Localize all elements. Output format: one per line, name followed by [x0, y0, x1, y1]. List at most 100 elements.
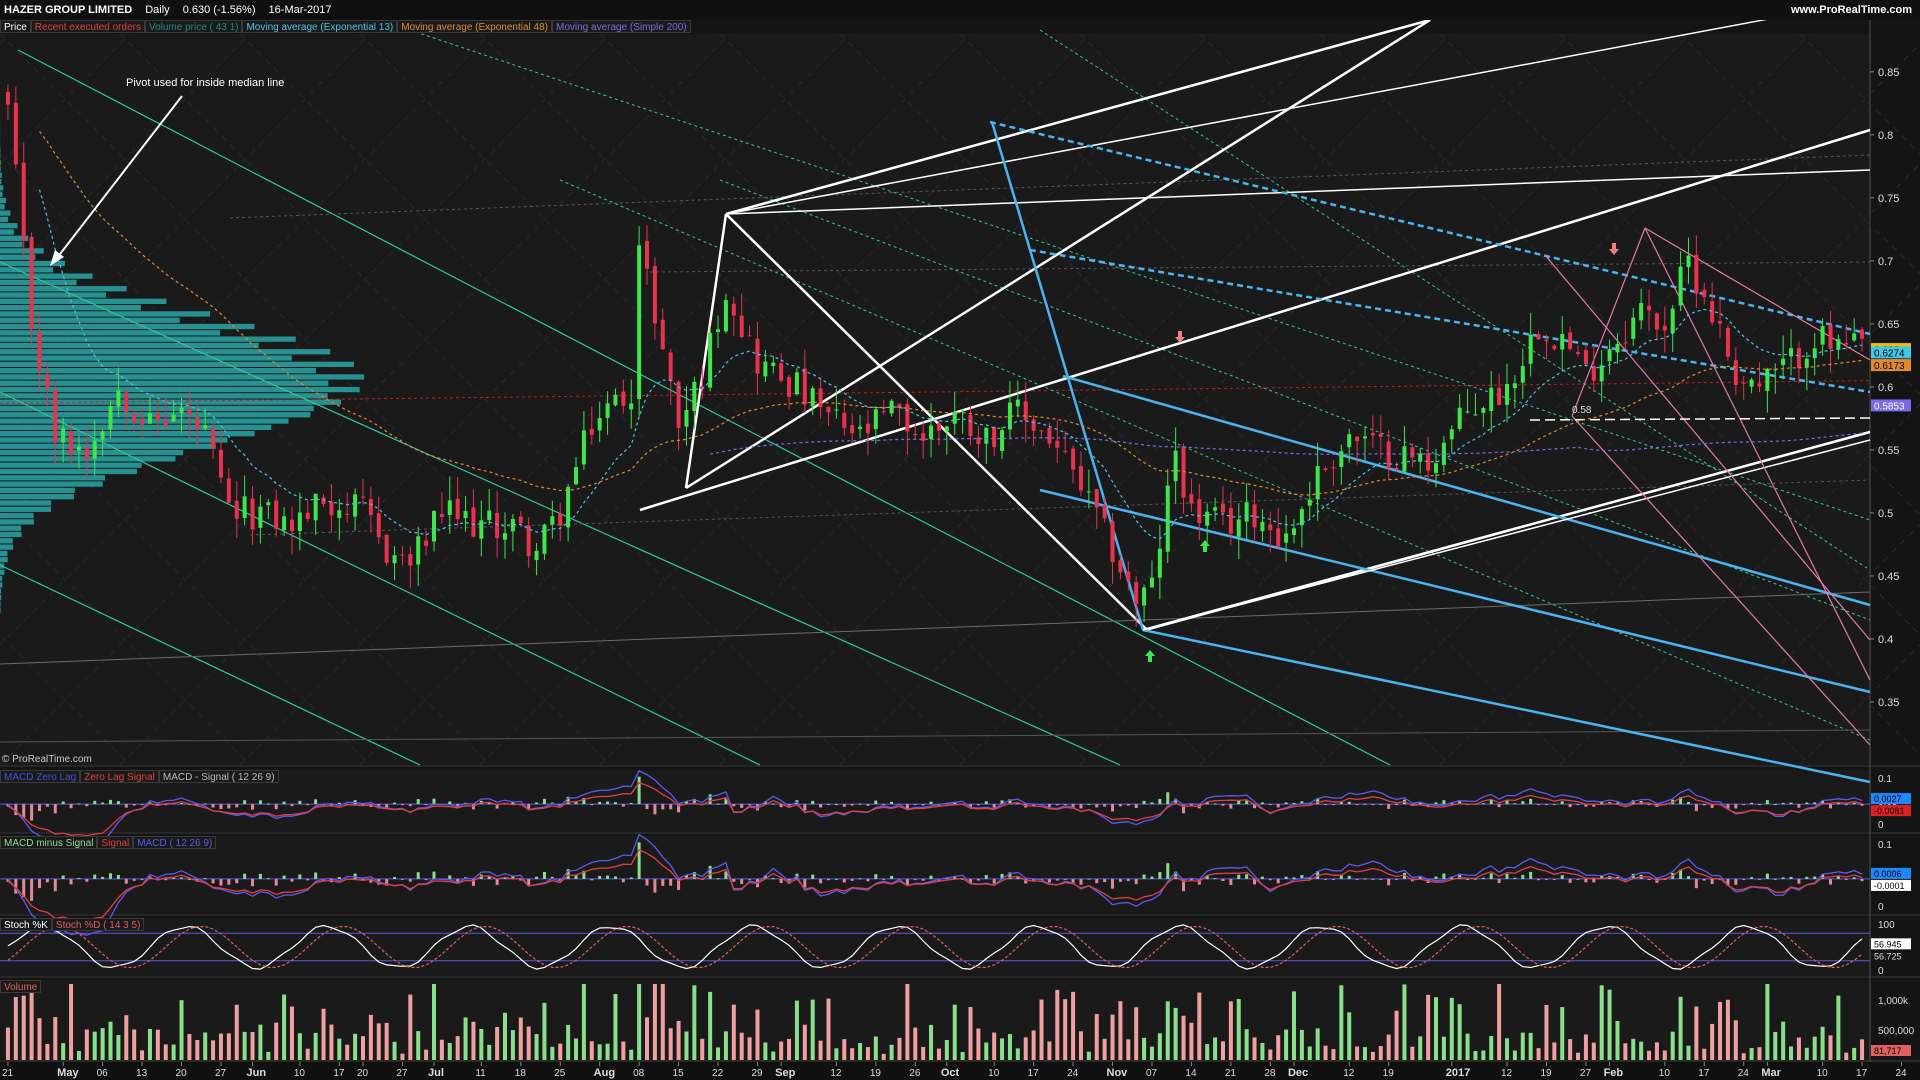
candle-body [258, 506, 263, 528]
candle-body [574, 467, 579, 485]
volume-bar [1860, 1039, 1865, 1060]
candle-body [297, 512, 302, 531]
volume-bar [1355, 1046, 1360, 1060]
zerolag-legend-item[interactable]: Zero Lag Signal [80, 770, 159, 783]
candle-body [1339, 451, 1344, 467]
candle-body [1134, 582, 1139, 605]
histogram-bar [101, 802, 105, 805]
candle-body [660, 319, 665, 350]
candle-body [645, 241, 650, 269]
volume-bar [581, 984, 586, 1060]
candle-body [424, 540, 429, 546]
histogram-bar [274, 878, 278, 886]
volume-profile-bar [0, 229, 14, 235]
candle-body [455, 498, 460, 520]
chart-canvas[interactable]: 0.58 Pivot used for inside median line © P… [0, 0, 1920, 1080]
x-axis-bar [0, 1062, 1920, 1080]
histogram-bar [337, 802, 341, 805]
axis-tick-label: 0.85 [1878, 67, 1899, 79]
histogram-bar [1118, 878, 1122, 882]
candle-body [1789, 348, 1794, 357]
volume-profile-bar [0, 292, 107, 298]
period[interactable]: Daily [145, 4, 169, 16]
candle-body [1315, 466, 1320, 500]
candle-body [787, 377, 792, 397]
histogram-bar [132, 878, 136, 881]
axis-marker-label: 0.0006 [1874, 869, 1902, 879]
candle-body [1402, 446, 1407, 472]
volume-bar [1055, 989, 1060, 1060]
histogram-bar [811, 874, 815, 879]
zerolag-legend-item[interactable]: MACD Zero Lag [0, 770, 81, 783]
stoch-legend-item[interactable]: Stoch %K [0, 918, 52, 931]
histogram-bar [1702, 878, 1706, 881]
histogram-bar [1387, 878, 1391, 886]
histogram-bar [716, 878, 720, 880]
volume-bar [353, 1033, 358, 1060]
candle-body [1228, 508, 1233, 534]
volume-bar [187, 1034, 192, 1060]
volume-bar [1149, 1046, 1154, 1060]
volume-bar [53, 1017, 58, 1060]
histogram-bar [1852, 877, 1856, 879]
macd-legend-item[interactable]: MACD ( 12 26 9) [133, 836, 217, 849]
histogram-bar [803, 878, 807, 888]
volume-bar [84, 1029, 89, 1060]
volume-bar [266, 1051, 271, 1060]
price-legend-item[interactable]: Moving average (Exponential 48) [397, 20, 552, 33]
volume-bar [518, 1017, 523, 1060]
candle-body [1765, 368, 1770, 391]
x-tick-label: 24 [1738, 1068, 1750, 1079]
histogram-bar [890, 875, 894, 879]
volume-profile-bar [0, 160, 1, 166]
candle-body [534, 550, 539, 561]
volume-bar [1071, 991, 1076, 1060]
histogram-bar [613, 876, 617, 879]
volume-bar [1457, 1004, 1462, 1060]
stoch-legend-item[interactable]: Stoch %D ( 14 3 5) [51, 918, 145, 931]
macd-legend-item[interactable]: MACD minus Signal [0, 836, 98, 849]
volume-bar [1560, 1007, 1565, 1060]
volume-bar [234, 1004, 239, 1060]
candle-body [684, 409, 689, 427]
candle-body [550, 516, 555, 525]
candle-body [1031, 419, 1036, 431]
candle-body [1434, 463, 1439, 473]
price-legend-item[interactable]: Recent executed orders [30, 20, 145, 33]
candle-body [621, 391, 626, 406]
volume-bar [731, 1004, 736, 1060]
volume-bar [1094, 1014, 1099, 1060]
histogram-bar [1355, 804, 1359, 806]
x-tick-label: 17 [1028, 1068, 1040, 1079]
histogram-bar [1371, 804, 1375, 806]
price-legend-item[interactable]: Moving average (Simple 200) [552, 20, 691, 33]
histogram-bar [1860, 878, 1864, 882]
volume-profile-bar [0, 550, 8, 557]
zerolag-legend-item[interactable]: MACD - Signal ( 12 26 9) [158, 770, 279, 783]
candle-body [1055, 440, 1060, 448]
volume-bar [1512, 1050, 1517, 1060]
histogram-bar [637, 776, 641, 805]
price-legend-item[interactable]: Moving average (Exponential 13) [242, 20, 398, 33]
brand-link[interactable]: www.ProRealTime.com [1791, 0, 1912, 20]
price-legend-item[interactable]: Price [0, 20, 31, 33]
volume-profile-bar [0, 424, 272, 431]
candle-body [1063, 450, 1068, 452]
volume-bar [897, 1037, 902, 1060]
volume-bar [439, 1039, 444, 1060]
volume-bar [179, 1000, 184, 1060]
histogram-bar [69, 804, 73, 809]
histogram-bar [1126, 804, 1130, 806]
volume-profile-bar [0, 431, 255, 437]
histogram-bar [258, 873, 262, 879]
histogram-bar [282, 801, 286, 805]
candle-body [1102, 505, 1107, 519]
histogram-bar [913, 804, 917, 806]
x-tick-label: 14 [1185, 1068, 1197, 1079]
volume-legend-item[interactable]: Volume [0, 980, 42, 993]
histogram-bar [1063, 804, 1067, 806]
x-tick-label: 12 [1343, 1068, 1355, 1079]
macd-legend-item[interactable]: Signal [97, 836, 134, 849]
histogram-bar [1813, 802, 1817, 805]
price-legend-item[interactable]: Volume price ( 43 1) [144, 20, 243, 33]
